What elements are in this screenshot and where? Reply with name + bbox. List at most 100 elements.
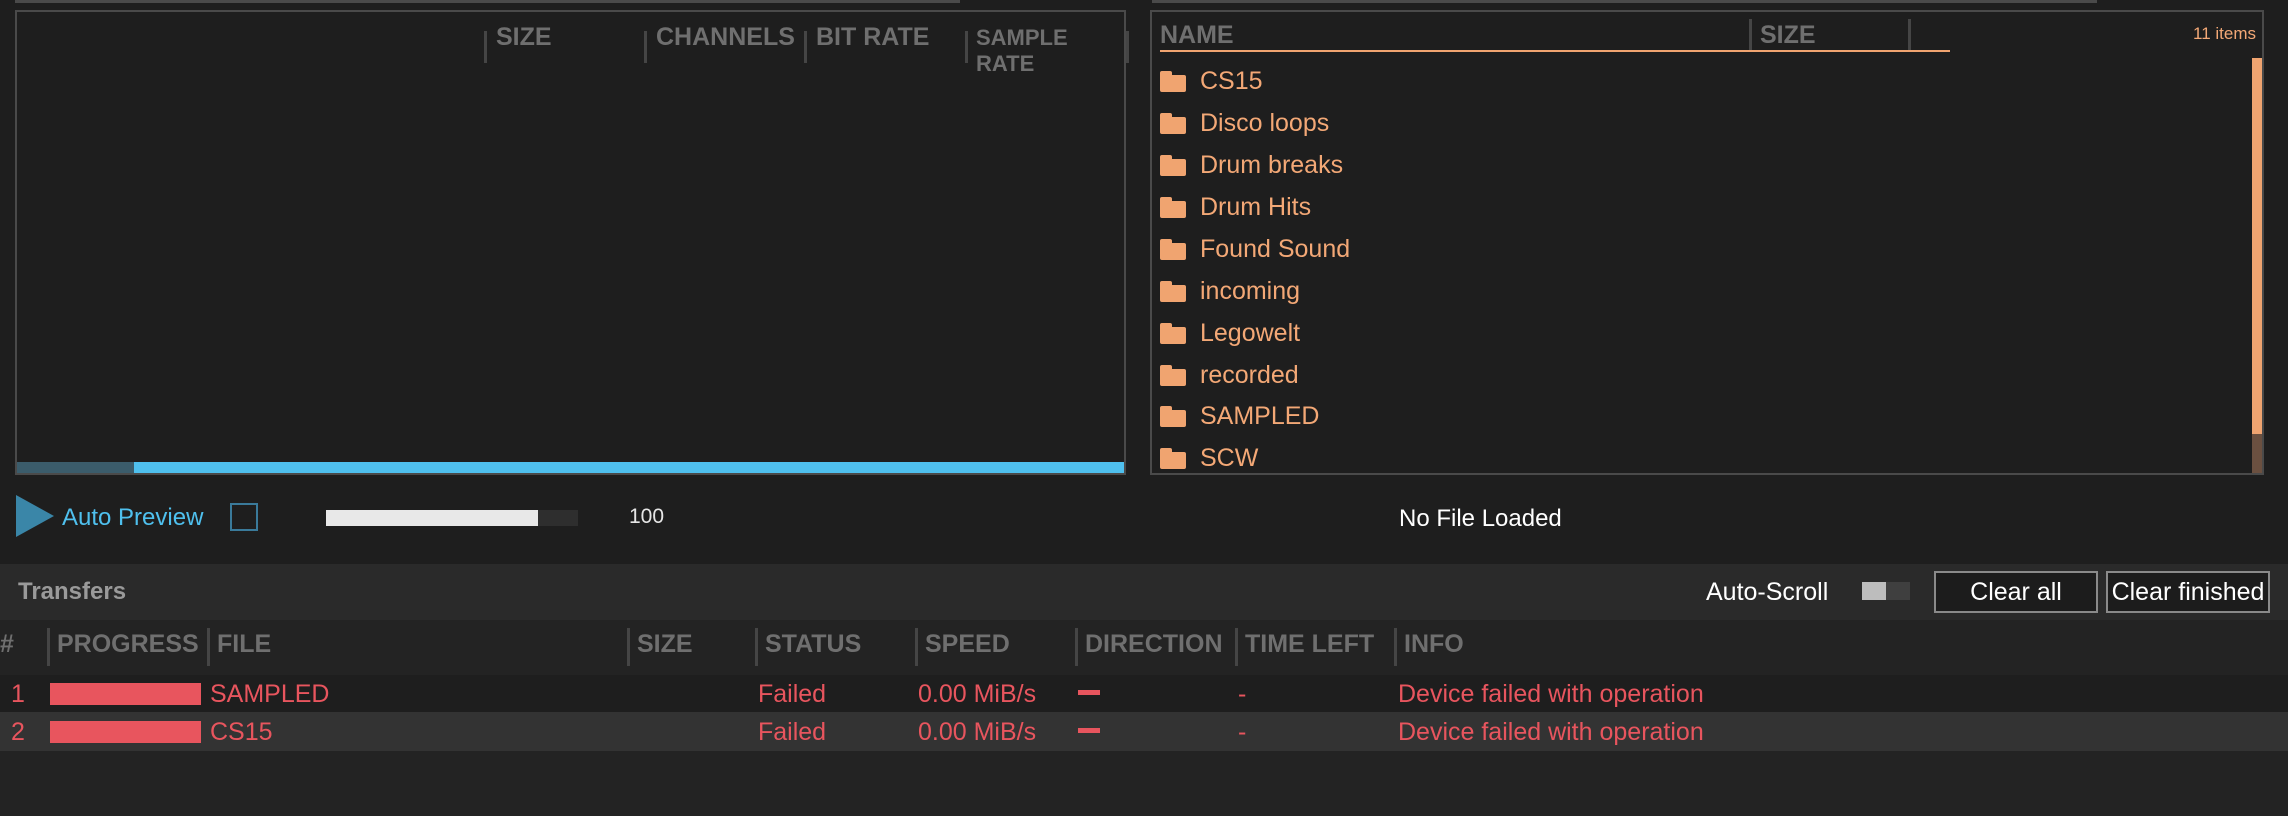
column-separator [47,628,50,666]
progress-bar [50,683,201,705]
auto-preview-label[interactable]: Auto Preview [62,504,203,532]
column-header-status[interactable]: STATUS [765,630,861,659]
transfer-file: SAMPLED [210,680,330,708]
folder-icon [1160,197,1188,218]
transfer-number: 2 [11,718,25,746]
column-separator [1126,31,1129,63]
volume-slider-fill [326,510,538,526]
column-header-info[interactable]: INFO [1404,630,1464,659]
transfer-time-left: - [1238,718,1247,746]
folder-icon [1160,365,1188,386]
folder-name: incoming [1200,276,1301,305]
transfer-status: Failed [758,680,827,708]
folder-item[interactable]: Disco loops [1160,103,1329,143]
top-strip-left [15,0,960,3]
clear-all-button[interactable]: Clear all [1934,571,2098,613]
column-header-file[interactable]: FILE [217,630,271,659]
transfer-number: 1 [11,680,25,708]
folder-name: Legowelt [1200,318,1301,347]
folder-name: recorded [1200,360,1299,389]
table-row[interactable] [0,712,2288,751]
progress-bar-fill [50,683,201,705]
folder-icon [1160,113,1188,134]
folder-item[interactable]: CS15 [1160,61,1263,101]
play-icon[interactable] [16,495,54,537]
column-separator [1235,628,1238,666]
folder-name: Found Sound [1200,234,1351,263]
table-row[interactable] [0,675,2288,712]
progress-bar-fill [50,721,201,743]
vertical-scrollbar-thumb[interactable] [2252,58,2262,434]
column-separator [755,628,758,666]
column-header-name[interactable]: NAME [1160,21,1234,50]
column-header-channels[interactable]: CHANNELS [656,23,795,52]
auto-scroll-toggle[interactable] [1862,582,1910,600]
folder-icon [1160,281,1188,302]
folder-item[interactable]: Drum Hits [1160,187,1311,227]
column-separator [207,628,210,666]
horizontal-scrollbar-thumb[interactable] [134,462,1124,473]
direction-icon [1078,690,1100,695]
column-header-size[interactable]: SIZE [1760,21,1816,50]
transfers-title: Transfers [18,578,127,605]
auto-preview-checkbox[interactable] [230,503,258,531]
folder-name: Disco loops [1200,108,1330,137]
folder-icon [1160,323,1188,344]
transfer-speed: 0.00 MiB/s [918,680,1037,708]
folder-icon [1160,71,1188,92]
column-separator [1749,19,1752,51]
column-header-time-left[interactable]: TIME LEFT [1245,630,1374,659]
transfer-info: Device failed with operation [1398,680,1704,708]
folder-item[interactable]: SCW [1160,438,1258,473]
folder-item[interactable]: SAMPLED [1160,396,1319,436]
column-header-size[interactable]: SIZE [637,630,693,659]
column-header-direction[interactable]: DIRECTION [1085,630,1223,659]
column-header-number[interactable]: # [0,630,14,659]
folder-name: CS15 [1200,66,1263,95]
clear-finished-button[interactable]: Clear finished [2106,571,2270,613]
column-separator [915,628,918,666]
folder-item[interactable]: Legowelt [1160,313,1300,353]
folder-icon [1160,406,1188,427]
column-header-sample-rate[interactable]: SAMPLE RATE [976,25,1124,77]
column-header-speed[interactable]: SPEED [925,630,1010,659]
folder-name: SCW [1200,443,1259,472]
horizontal-scrollbar[interactable] [17,462,1124,473]
column-separator [484,31,487,63]
folder-icon [1160,155,1188,176]
column-header-size[interactable]: SIZE [496,23,552,52]
folder-icon [1160,239,1188,260]
folder-name: SAMPLED [1200,401,1320,430]
column-separator [1908,19,1911,51]
transfer-info: Device failed with operation [1398,718,1704,746]
header-underline [1160,50,1950,52]
folder-item[interactable]: Found Sound [1160,229,1350,269]
folder-icon [1160,448,1188,469]
folder-item[interactable]: recorded [1160,355,1299,395]
folder-name: Drum breaks [1200,150,1344,179]
folder-item[interactable]: incoming [1160,271,1300,311]
folder-name: Drum Hits [1200,192,1312,221]
top-strip-right [1152,0,2097,3]
column-separator [804,31,807,63]
column-header-progress[interactable]: PROGRESS [57,630,199,659]
column-separator [965,31,968,63]
transfer-file: CS15 [210,718,273,746]
auto-scroll-toggle-knob [1862,582,1886,600]
column-separator [627,628,630,666]
column-separator [1075,628,1078,666]
file-status: No File Loaded [1399,505,1562,532]
direction-icon [1078,728,1100,733]
transfer-status: Failed [758,718,827,746]
volume-value: 100 [629,505,665,528]
vertical-scrollbar[interactable] [2252,58,2262,473]
column-header-bit-rate[interactable]: BIT RATE [816,23,929,52]
transfer-speed: 0.00 MiB/s [918,718,1037,746]
item-count: 11 items [2193,24,2256,43]
column-separator [1394,628,1397,666]
progress-bar [50,721,201,743]
folder-item[interactable]: Drum breaks [1160,145,1343,185]
volume-slider[interactable] [326,510,578,526]
auto-scroll-label: Auto-Scroll [1706,578,1829,606]
sample-info-panel: SIZE CHANNELS BIT RATE SAMPLE RATE [15,10,1129,475]
